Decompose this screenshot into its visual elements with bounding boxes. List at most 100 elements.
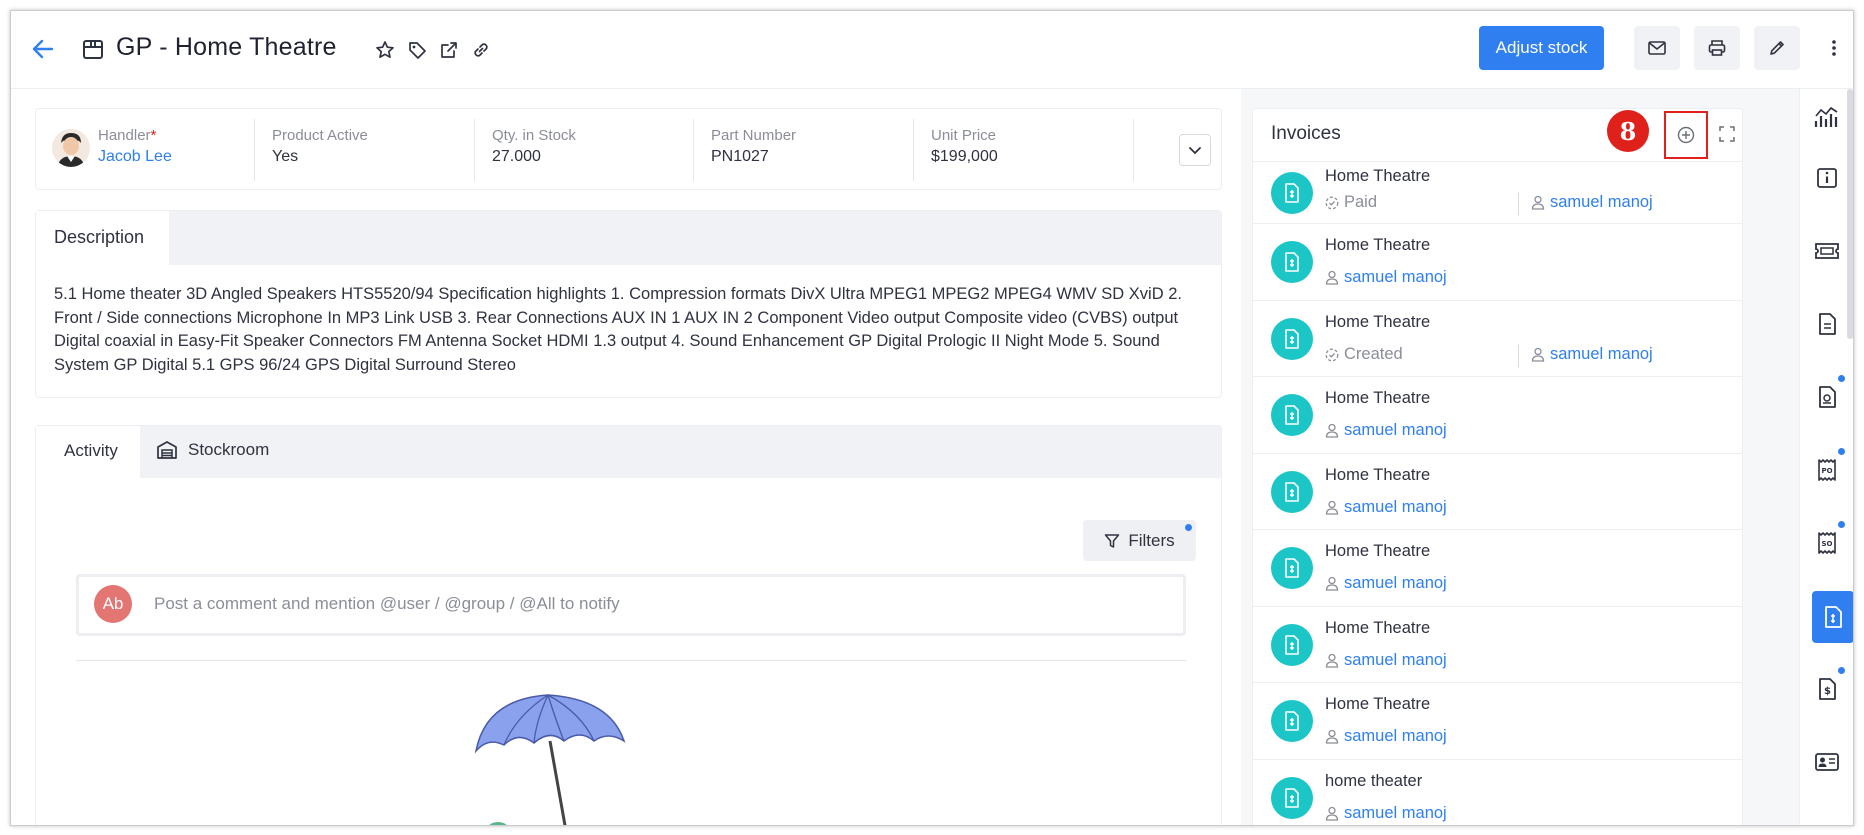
payment-icon[interactable]: $ (1801, 663, 1853, 715)
quote-icon[interactable] (1801, 371, 1853, 423)
invoice-owner[interactable]: samuel manoj (1531, 345, 1653, 364)
product-active-field: Product Active Yes (272, 119, 368, 181)
invoice-owner-name: samuel manoj (1550, 193, 1653, 211)
invoice-owner[interactable]: samuel manoj (1325, 421, 1447, 440)
divider (254, 119, 255, 181)
invoice-icon (1271, 394, 1313, 436)
invoice-status-label: Paid (1344, 193, 1378, 211)
notification-dot (1838, 448, 1845, 455)
activity-card: Activity Stockroom Filters Ab (35, 425, 1222, 825)
invoice-list-item[interactable]: Home Theatre samuel manoj (1253, 607, 1742, 683)
invoice-icon (1271, 241, 1313, 283)
invoice-owner[interactable]: samuel manoj (1325, 651, 1447, 670)
invoice-icon (1271, 471, 1313, 513)
comment-input[interactable] (154, 592, 1154, 616)
tab-activity[interactable]: Activity (36, 426, 140, 478)
user-icon (1325, 270, 1339, 285)
invoice-list-item[interactable]: Home Theatre samuel manoj (1253, 530, 1742, 607)
unit-price-field: Unit Price $199,000 (931, 119, 998, 181)
user-icon (1325, 806, 1339, 821)
invoices-panel: Invoices Home Theatre Paid samuel manoj … (1252, 108, 1743, 825)
invoice-owner[interactable]: samuel manoj (1325, 268, 1447, 287)
invoice-owner-name: samuel manoj (1344, 421, 1447, 439)
product-active-label: Product Active (272, 127, 368, 144)
invoice-list-item[interactable]: Home Theatre samuel manoj (1253, 454, 1742, 530)
invoice-owner-name: samuel manoj (1344, 651, 1447, 669)
more-options-button[interactable] (1811, 26, 1853, 70)
unit-price-value: $199,000 (931, 148, 998, 165)
divider (1518, 345, 1519, 367)
add-invoice-button[interactable] (1664, 111, 1708, 159)
email-button[interactable] (1634, 26, 1680, 70)
user-icon (1325, 729, 1339, 744)
invoice-owner[interactable]: samuel manoj (1531, 193, 1653, 212)
invoice-name: Home Theatre (1325, 313, 1431, 331)
invoice-name: Home Theatre (1325, 542, 1431, 560)
info-icon[interactable] (1801, 152, 1853, 204)
notification-dot (1838, 375, 1845, 382)
user-icon (1325, 423, 1339, 438)
svg-text:PO: PO (1821, 467, 1832, 475)
invoice-list-item[interactable]: Home Theatre Paid samuel manoj (1253, 162, 1742, 224)
invoice-list-item[interactable]: Home Theatre samuel manoj (1253, 224, 1742, 301)
fullscreen-button[interactable] (1716, 123, 1738, 145)
expand-summary-button[interactable] (1179, 134, 1211, 166)
plus-circle-icon (1677, 126, 1695, 144)
invoice-status-label: Created (1344, 345, 1403, 363)
page-scrollbar[interactable] (1847, 89, 1853, 339)
invoice-icon (1271, 172, 1313, 214)
invoice-owner-name: samuel manoj (1550, 345, 1653, 363)
product-summary: Handler* Jacob Lee Product Active Yes Qt… (35, 108, 1222, 190)
invoice-icon (1271, 318, 1313, 360)
part-number-label: Part Number (711, 127, 797, 144)
invoice-list-item[interactable]: Home Theatre samuel manoj (1253, 683, 1742, 760)
svg-text:$: $ (1824, 686, 1831, 697)
invoice-list-item[interactable]: Home Theatre samuel manoj (1253, 377, 1742, 454)
ticket-icon[interactable] (1801, 225, 1853, 277)
qty-label: Qty. in Stock (492, 127, 576, 144)
invoice-owner[interactable]: samuel manoj (1325, 574, 1447, 593)
invoice-owner[interactable]: samuel manoj (1325, 727, 1447, 746)
print-button[interactable] (1694, 26, 1740, 70)
qty-in-stock-field: Qty. in Stock 27.000 (492, 119, 576, 181)
page-title: GP - Home Theatre (116, 33, 337, 61)
edit-button[interactable] (1754, 26, 1800, 70)
tab-description[interactable]: Description (36, 211, 169, 265)
document-icon[interactable] (1801, 298, 1853, 350)
link-icon[interactable] (470, 39, 492, 61)
handler-link[interactable]: Jacob Lee (98, 148, 172, 166)
part-number-value: PN1027 (711, 148, 769, 165)
sales-order-icon[interactable]: SO (1801, 517, 1853, 569)
analytics-icon[interactable] (1801, 91, 1853, 143)
tab-stockroom[interactable]: Stockroom (156, 426, 269, 478)
invoice-owner-name: samuel manoj (1344, 804, 1447, 822)
adjust-stock-button[interactable]: Adjust stock (1479, 26, 1604, 70)
divider (913, 119, 914, 181)
handler-label: Handler (98, 127, 151, 144)
invoice-name: Home Theatre (1325, 167, 1431, 185)
invoice-list-item[interactable]: home theater samuel manoj (1253, 760, 1742, 825)
svg-text:SO: SO (1822, 540, 1833, 548)
back-arrow-icon[interactable] (31, 37, 55, 61)
invoice-list-item[interactable]: Home Theatre Created samuel manoj (1253, 301, 1742, 377)
filters-label: Filters (1128, 530, 1175, 550)
mail-icon (1648, 41, 1666, 55)
contact-card-icon[interactable] (1801, 736, 1853, 788)
notification-dot (1838, 667, 1845, 674)
chevron-down-icon (1189, 147, 1201, 155)
invoice-name: Home Theatre (1325, 695, 1431, 713)
star-icon[interactable] (374, 39, 396, 61)
invoice-owner[interactable]: samuel manoj (1325, 804, 1447, 823)
user-icon (1531, 347, 1545, 362)
invoice-owner-name: samuel manoj (1344, 498, 1447, 516)
tag-icon[interactable] (406, 39, 428, 61)
filters-button[interactable]: Filters (1083, 520, 1196, 561)
handler-field: Handler* Jacob Lee (98, 119, 172, 181)
comment-avatar: Ab (94, 585, 132, 623)
invoice-rail-icon[interactable] (1812, 591, 1853, 643)
invoice-owner[interactable]: samuel manoj (1325, 498, 1447, 517)
warehouse-icon (157, 441, 177, 459)
purchase-order-icon[interactable]: PO (1801, 444, 1853, 496)
open-external-icon[interactable] (438, 39, 460, 61)
avatar (52, 129, 90, 167)
